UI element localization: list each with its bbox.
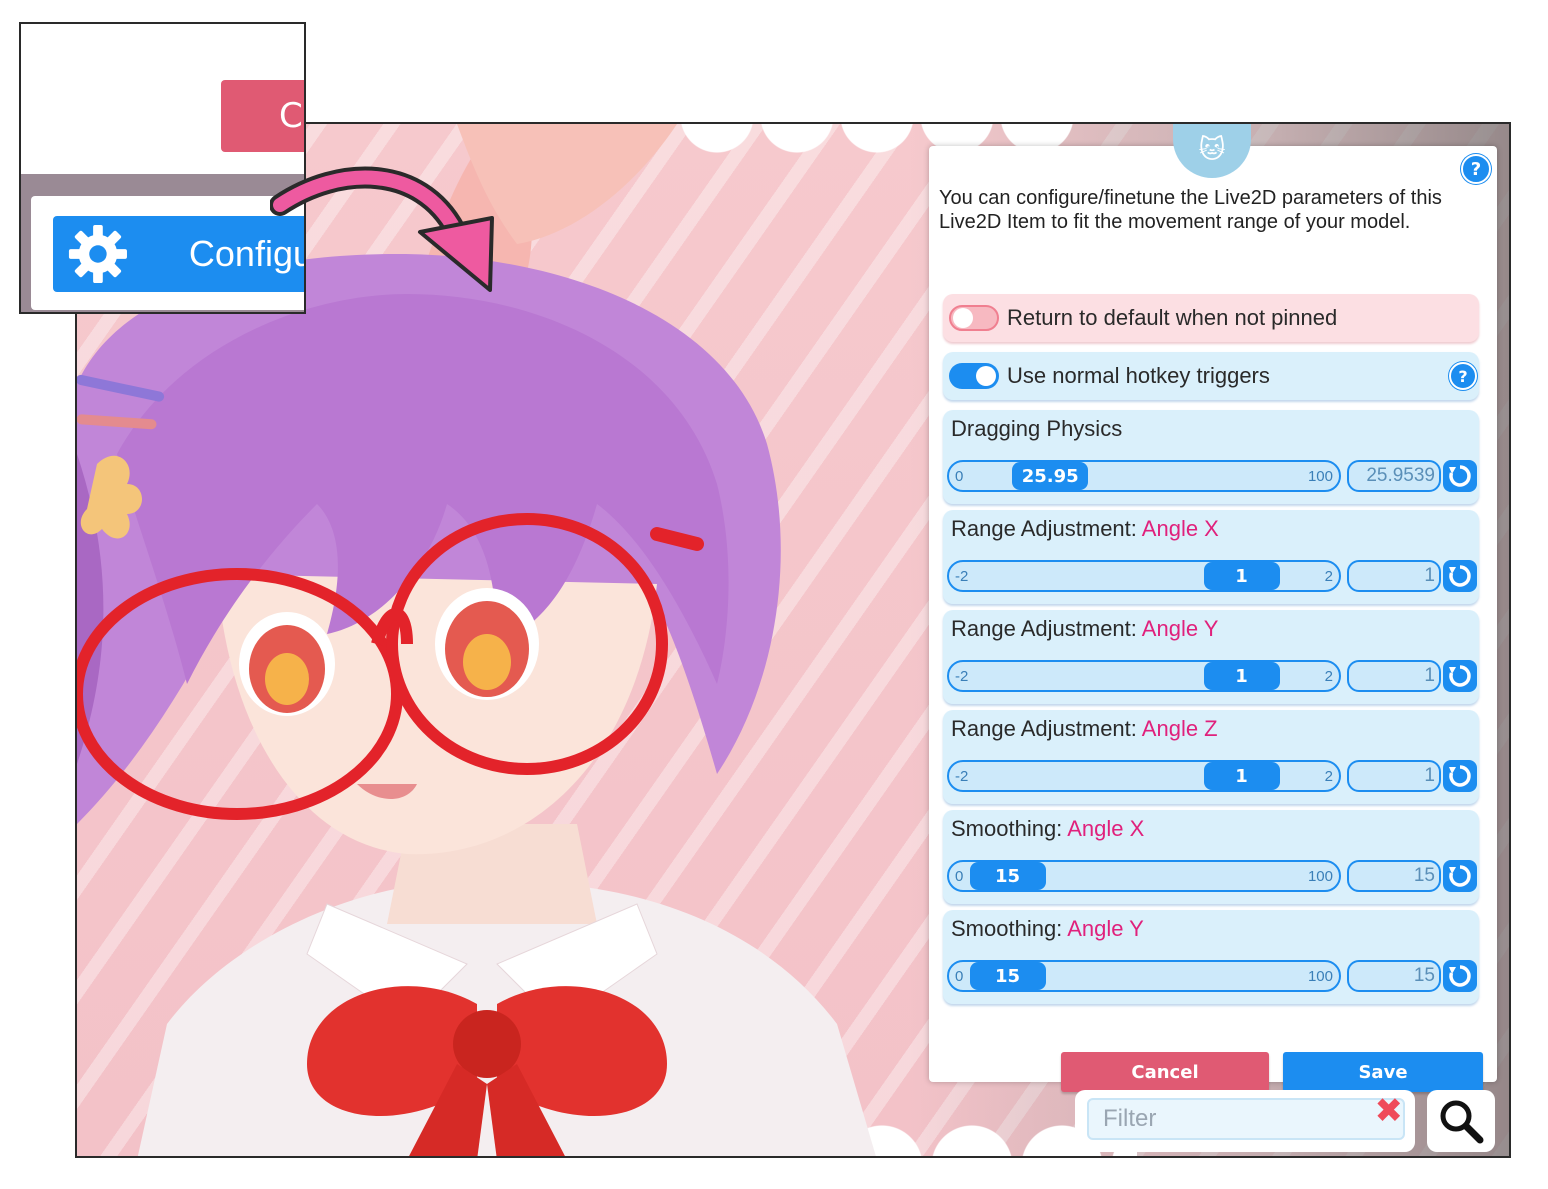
- configure-menu-item[interactable]: Configu: [53, 216, 304, 292]
- slider-max-label: 2: [1324, 568, 1333, 585]
- slider-min-label: -2: [955, 668, 969, 685]
- param-row-range-angle-y: Range Adjustment: Angle Y -2 2 1 1: [943, 610, 1479, 704]
- save-button[interactable]: Save: [1283, 1052, 1483, 1092]
- param-row-range-angle-z: Range Adjustment: Angle Z -2 2 1 1: [943, 710, 1479, 804]
- param-slider[interactable]: 0 100 15: [947, 860, 1341, 892]
- slider-max-label: 2: [1324, 668, 1333, 685]
- param-row-smoothing-angle-x: Smoothing: Angle X 0 100 15 15: [943, 810, 1479, 904]
- x-icon[interactable]: ✖: [1375, 1094, 1404, 1128]
- slider-thumb[interactable]: 15: [969, 862, 1046, 890]
- slider-min-label: 0: [955, 468, 964, 485]
- return-default-toggle[interactable]: [949, 305, 999, 331]
- param-title: Smoothing: Angle Y: [951, 916, 1144, 941]
- slider-thumb[interactable]: 1: [1203, 662, 1280, 690]
- return-default-row: Return to default when not pinned: [943, 294, 1479, 342]
- hotkey-triggers-toggle[interactable]: [949, 363, 999, 389]
- slider-thumb[interactable]: 25.95: [1012, 462, 1089, 490]
- slider-min-label: -2: [955, 568, 969, 585]
- pointer-arrow-icon: [270, 166, 494, 292]
- slider-max-label: 100: [1307, 968, 1333, 985]
- reset-icon[interactable]: [1443, 960, 1477, 992]
- slider-thumb[interactable]: 15: [969, 962, 1046, 990]
- cancel-button[interactable]: Cancel: [1061, 1052, 1269, 1092]
- param-row-range-angle-x: Range Adjustment: Angle X -2 2 1 1: [943, 510, 1479, 604]
- filter-input[interactable]: Filter: [1087, 1098, 1405, 1140]
- param-title: Range Adjustment: Angle X: [951, 516, 1219, 541]
- slider-thumb[interactable]: 1: [1203, 762, 1280, 790]
- param-value-input[interactable]: 25.9539: [1347, 460, 1441, 492]
- param-value-input[interactable]: 1: [1347, 760, 1441, 792]
- filter-bar: Filter ✖: [1075, 1090, 1415, 1152]
- slider-min-label: 0: [955, 968, 964, 985]
- param-value-input[interactable]: 1: [1347, 660, 1441, 692]
- magnifier-icon: [1440, 1100, 1484, 1144]
- param-slider[interactable]: -2 2 1: [947, 660, 1341, 692]
- slider-max-label: 100: [1307, 868, 1333, 885]
- slider-min-label: 0: [955, 868, 964, 885]
- slider-min-label: -2: [955, 768, 969, 785]
- param-title: Range Adjustment: Angle Y: [951, 616, 1219, 641]
- reset-icon[interactable]: [1443, 560, 1477, 592]
- param-row-dragging-physics: Dragging Physics 0 100 25.95 25.9539: [943, 410, 1479, 504]
- reset-icon[interactable]: [1443, 460, 1477, 492]
- cat-logo-icon: 🐱: [1173, 124, 1251, 178]
- panel-description: You can configure/finetune the Live2D pa…: [939, 187, 1442, 233]
- param-title: Smoothing: Angle X: [951, 816, 1145, 841]
- context-menu-inset: Ca Configu: [19, 22, 306, 314]
- hotkey-triggers-label: Use normal hotkey triggers: [1007, 363, 1270, 388]
- param-slider[interactable]: -2 2 1: [947, 760, 1341, 792]
- param-title: Dragging Physics: [951, 416, 1123, 441]
- slider-max-label: 100: [1307, 468, 1333, 485]
- param-value-input[interactable]: 15: [1347, 860, 1441, 892]
- inset-cancel-button[interactable]: Ca: [221, 80, 304, 152]
- param-slider[interactable]: 0 100 25.95: [947, 460, 1341, 492]
- reset-icon[interactable]: [1443, 760, 1477, 792]
- return-default-label: Return to default when not pinned: [1007, 305, 1338, 330]
- param-slider[interactable]: 0 100 15: [947, 960, 1341, 992]
- param-value-input[interactable]: 15: [1347, 960, 1441, 992]
- live2d-config-panel: 🐱 ? You can configure/finetune the Live2…: [929, 124, 1497, 1092]
- param-value-input[interactable]: 1: [1347, 560, 1441, 592]
- reset-icon[interactable]: [1443, 660, 1477, 692]
- slider-max-label: 2: [1324, 768, 1333, 785]
- help-icon[interactable]: ?: [1461, 154, 1491, 184]
- slider-thumb[interactable]: 1: [1203, 562, 1280, 590]
- gear-icon: [68, 224, 127, 284]
- hotkey-triggers-row: Use normal hotkey triggers ?: [943, 352, 1479, 400]
- param-title: Range Adjustment: Angle Z: [951, 716, 1218, 741]
- hotkey-help-icon[interactable]: ?: [1449, 362, 1477, 390]
- search-button[interactable]: [1427, 1090, 1495, 1152]
- param-row-smoothing-angle-y: Smoothing: Angle Y 0 100 15 15: [943, 910, 1479, 1004]
- param-slider[interactable]: -2 2 1: [947, 560, 1341, 592]
- reset-icon[interactable]: [1443, 860, 1477, 892]
